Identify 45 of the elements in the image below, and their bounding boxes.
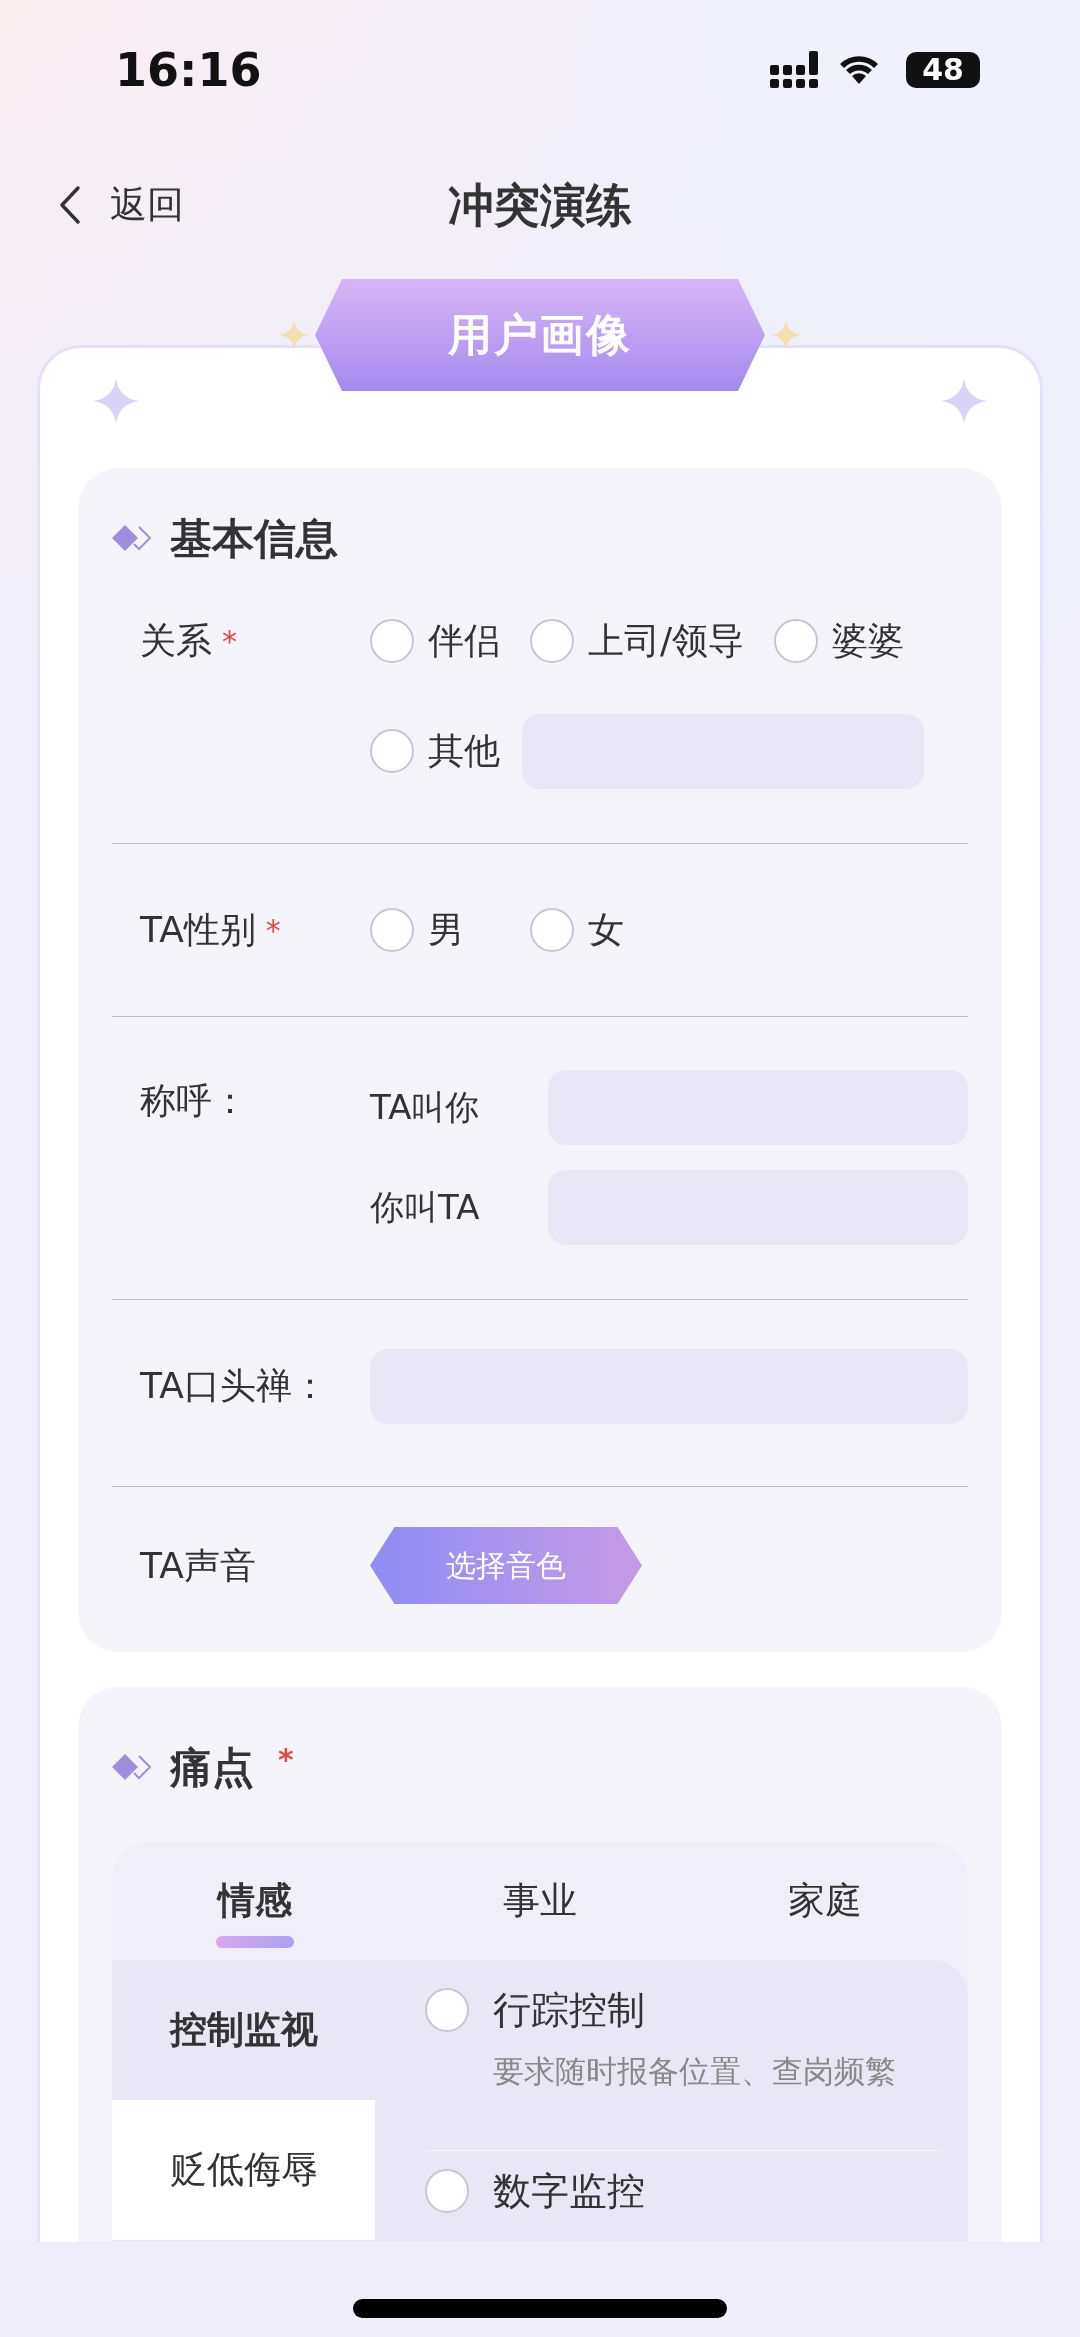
option-description: 要求随时报备位置、查岗频繁 (493, 2052, 896, 2091)
radio-option[interactable]: 男 (370, 892, 500, 968)
page-title: 冲突演练 (448, 176, 632, 234)
category-item[interactable]: 贬低侮辱 (112, 2100, 375, 2240)
radio-icon[interactable] (530, 908, 574, 952)
status-time: 16:16 (115, 41, 262, 99)
radio-option[interactable]: 女 (530, 892, 660, 968)
required-mark: * (278, 1741, 294, 1779)
radio-icon[interactable] (425, 2169, 469, 2213)
radio-icon[interactable] (425, 1988, 469, 2032)
section-title: 痛点 (170, 1741, 254, 1794)
radio-option[interactable]: 婆婆 (774, 603, 905, 679)
sparkle-icon (279, 320, 309, 350)
home-indicator[interactable] (353, 2299, 727, 2318)
radio-icon[interactable] (370, 908, 414, 952)
back-icon (58, 185, 82, 225)
sparkle-icon (93, 378, 139, 424)
field-label: TA叫你 (370, 1086, 481, 1129)
title-ribbon: 用户画像 (315, 279, 765, 391)
back-button[interactable]: 返回 (58, 177, 184, 233)
section-title: 基本信息 (170, 512, 338, 565)
radio-option[interactable]: 其他 (370, 713, 500, 789)
wifi-icon (838, 54, 880, 86)
field-label: 称呼： (140, 1079, 248, 1123)
category-tab[interactable]: 家庭 (682, 1842, 968, 1960)
option-title: 行踪控制 (493, 1987, 646, 2034)
radio-icon[interactable] (370, 619, 414, 663)
field-label: TA声音 (140, 1543, 256, 1588)
category-tab[interactable]: 情感 (112, 1842, 398, 1960)
radio-icon[interactable] (774, 619, 819, 663)
required-mark: * (265, 911, 281, 950)
sparkle-icon (771, 320, 801, 350)
required-mark: * (222, 622, 237, 661)
field-label: TA口头禅： (140, 1364, 328, 1408)
field-label: 你叫TA (370, 1186, 481, 1229)
radio-icon[interactable] (530, 619, 574, 663)
field-label: 关系 (140, 619, 212, 663)
option-title: 数字监控 (493, 2169, 645, 2213)
field-label: TA性别 (140, 908, 256, 952)
sparkle-icon (941, 378, 987, 424)
radio-icon[interactable] (370, 729, 414, 773)
category-tab[interactable]: 事业 (397, 1842, 683, 1960)
radio-option[interactable]: 上司/领导 (530, 603, 745, 679)
battery-level: 48 (922, 55, 964, 85)
radio-option[interactable]: 伴侣 (370, 603, 500, 679)
